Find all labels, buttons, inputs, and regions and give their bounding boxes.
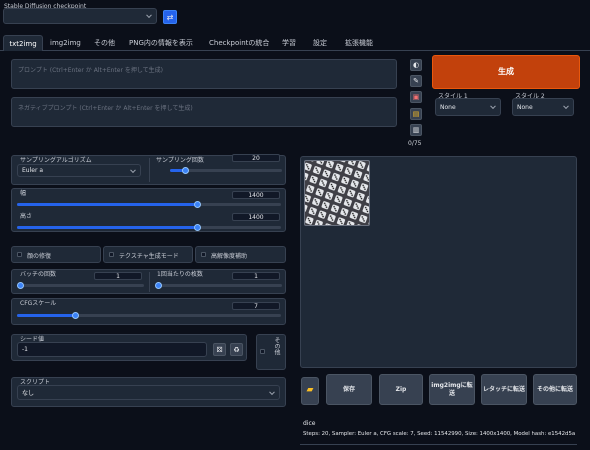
restore-faces-checkbox[interactable] (17, 252, 22, 257)
chevron-down-icon (269, 388, 275, 395)
slider-thumb[interactable] (193, 201, 201, 208)
tab-train[interactable]: 学習 (282, 36, 296, 50)
cfg-slider[interactable] (17, 312, 281, 319)
send-to-img2img-button[interactable]: img2imgに転送 (429, 374, 475, 405)
dice-icon: ⚄ (216, 345, 223, 354)
style2-select[interactable]: None (512, 98, 574, 116)
cfg-label: CFGスケール (20, 300, 57, 307)
tab-txt2img[interactable]: txt2img (3, 35, 43, 51)
steps-number[interactable]: 20 (232, 154, 280, 162)
chevron-down-icon (490, 103, 496, 110)
height-label: 高さ (20, 213, 33, 220)
width-slider[interactable] (17, 201, 281, 208)
hires-fix-label: 高解像度補助 (211, 253, 248, 260)
style1-value: None (440, 103, 456, 111)
slider-fill (17, 314, 76, 317)
tab-extras[interactable]: その他 (94, 36, 115, 50)
slider-fill (17, 226, 197, 229)
tab-img2img[interactable]: img2img (50, 36, 81, 50)
style1-select[interactable]: None (435, 98, 501, 116)
reuse-seed-button[interactable]: ♻ (230, 343, 243, 356)
extra-seed-checkbox[interactable] (260, 349, 265, 354)
recycle-icon: ♻ (233, 345, 240, 354)
tab-settings[interactable]: 設定 (313, 36, 327, 50)
negative-prompt-placeholder: ネガティブプロンプト (Ctrl+Enter か Alt+Enter を押して生… (18, 105, 193, 112)
save-style-button[interactable]: ▣ (410, 91, 422, 103)
save-icon: ▣ (412, 93, 420, 101)
chevron-down-icon (130, 166, 136, 173)
tiling-checkbox[interactable] (109, 252, 114, 257)
prompt-input[interactable]: プロンプト (Ctrl+Enter か Alt+Enter を押して生成) (11, 59, 397, 89)
seed-input[interactable]: -1 (17, 342, 207, 357)
trash-icon: ▥ (412, 126, 420, 134)
slider-thumb[interactable] (193, 224, 201, 231)
tab-extensions[interactable]: 拡張機能 (345, 36, 373, 50)
refresh-checkpoint-button[interactable]: ⇄ (163, 10, 177, 24)
open-folder-button[interactable]: ▰ (301, 377, 319, 405)
hires-fix-checkbox[interactable] (201, 252, 206, 257)
tiling-label: テクスチャ生成モード (119, 253, 179, 260)
send-to-extras-button[interactable]: その他に転送 (533, 374, 577, 405)
batch-count-slider[interactable] (17, 282, 144, 289)
slider-thumb[interactable] (155, 282, 162, 289)
style2-value: None (517, 103, 533, 111)
batch-count-label: バッチの回数 (20, 271, 57, 278)
generate-button[interactable]: 生成 (432, 55, 580, 89)
folder-icon: ▰ (306, 385, 314, 396)
clipboard-icon: ▤ (412, 110, 420, 118)
send-to-inpaint-button[interactable]: レタッチに転送 (481, 374, 527, 405)
zip-button[interactable]: Zip (379, 374, 423, 405)
token-counter: 0/75 (408, 140, 422, 147)
sampler-label: サンプリングアルゴリズム (20, 157, 92, 164)
chevron-down-icon (563, 103, 569, 110)
width-label: 幅 (20, 190, 27, 197)
seed-value: -1 (22, 346, 28, 353)
steps-slider[interactable] (170, 167, 282, 174)
dice-image (305, 161, 369, 225)
restore-faces-label: 顔の修復 (27, 253, 52, 260)
chevron-down-icon (146, 12, 152, 19)
info-divider (300, 444, 577, 445)
slider-thumb[interactable] (17, 282, 24, 289)
group-divider (149, 158, 150, 182)
batch-size-number[interactable]: 1 (232, 272, 280, 280)
palette-icon: ◐ (412, 61, 420, 69)
output-thumbnail[interactable] (304, 160, 370, 226)
restore-faces-box[interactable] (11, 246, 101, 263)
read-params-button[interactable]: ✎ (410, 75, 422, 87)
checkpoint-select[interactable] (3, 8, 157, 24)
tab-png-info[interactable]: PNG内の情報を表示 (129, 36, 193, 50)
negative-prompt-input[interactable]: ネガティブプロンプト (Ctrl+Enter か Alt+Enter を押して生… (11, 97, 397, 127)
cfg-number[interactable]: 7 (232, 302, 280, 310)
refresh-icon: ⇄ (166, 12, 174, 22)
generation-info: Steps: 20, Sampler: Euler a, CFG scale: … (303, 431, 576, 437)
batch-size-slider[interactable] (155, 282, 282, 289)
script-select[interactable]: なし (17, 385, 280, 400)
output-caption: dice (303, 420, 316, 427)
width-number[interactable]: 1400 (232, 191, 280, 199)
prompt-placeholder: プロンプト (Ctrl+Enter か Alt+Enter を押して生成) (18, 67, 164, 74)
tab-checkpoint-merger[interactable]: Checkpointの統合 (209, 36, 269, 50)
height-number[interactable]: 1400 (232, 213, 280, 221)
extra-seed-label: その他 (273, 337, 280, 355)
slider-thumb[interactable] (181, 167, 189, 174)
steps-label: サンプリング回数 (156, 157, 204, 164)
save-button[interactable]: 保存 (326, 374, 372, 405)
slider-fill (17, 203, 197, 206)
script-value: なし (22, 390, 35, 397)
height-slider[interactable] (17, 224, 281, 231)
clear-prompt-button[interactable]: ▥ (410, 124, 422, 136)
batch-count-number[interactable]: 1 (94, 272, 142, 280)
tab-bar-line (0, 50, 590, 51)
interrogate-button[interactable]: ◐ (410, 59, 422, 71)
pencil-icon: ✎ (413, 77, 419, 85)
sampler-value: Euler a (22, 167, 44, 174)
batch-size-label: 1回当たりの枚数 (157, 271, 203, 278)
sampler-select[interactable]: Euler a (17, 164, 141, 177)
apply-style-button[interactable]: ▤ (410, 108, 422, 120)
group-divider (149, 272, 150, 292)
random-seed-button[interactable]: ⚄ (213, 343, 226, 356)
